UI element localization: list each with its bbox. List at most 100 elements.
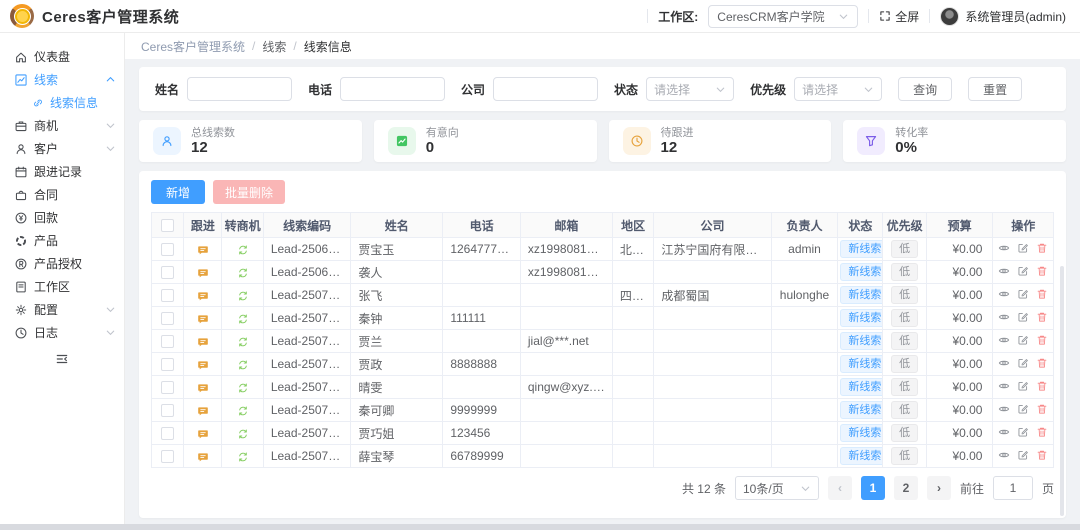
row-checkbox[interactable] xyxy=(161,381,174,394)
edit-icon[interactable] xyxy=(1017,380,1029,392)
page-button-2[interactable]: 2 xyxy=(894,476,918,500)
fullscreen-button[interactable]: 全屏 xyxy=(879,8,919,25)
lead-name[interactable]: 贾政 xyxy=(351,353,443,376)
delete-icon[interactable] xyxy=(1036,403,1048,415)
sidebar-item-customers[interactable]: 客户 xyxy=(0,137,124,160)
sidebar-item-contracts[interactable]: 合同 xyxy=(0,183,124,206)
sidebar-item-product-licenses[interactable]: 产品授权 xyxy=(0,252,124,275)
follow-up-icon[interactable] xyxy=(197,290,209,302)
delete-icon[interactable] xyxy=(1036,242,1048,254)
lead-name[interactable]: 贾宝玉 xyxy=(351,238,443,261)
phone-filter-input[interactable] xyxy=(340,77,445,101)
row-checkbox[interactable] xyxy=(161,404,174,417)
transfer-to-opportunity-icon[interactable] xyxy=(237,267,249,279)
row-checkbox[interactable] xyxy=(161,335,174,348)
transfer-to-opportunity-icon[interactable] xyxy=(237,382,249,394)
follow-up-icon[interactable] xyxy=(197,313,209,325)
row-checkbox[interactable] xyxy=(161,266,174,279)
delete-icon[interactable] xyxy=(1036,288,1048,300)
page-size-select[interactable]: 10条/页 xyxy=(735,476,819,500)
transfer-to-opportunity-icon[interactable] xyxy=(237,451,249,463)
edit-icon[interactable] xyxy=(1017,288,1029,300)
batch-delete-button[interactable]: 批量删除 xyxy=(213,180,285,204)
edit-icon[interactable] xyxy=(1017,426,1029,438)
edit-icon[interactable] xyxy=(1017,403,1029,415)
transfer-to-opportunity-icon[interactable] xyxy=(237,405,249,417)
follow-up-icon[interactable] xyxy=(197,405,209,417)
sidebar-item-follow-records[interactable]: 跟进记录 xyxy=(0,160,124,183)
follow-up-icon[interactable] xyxy=(197,451,209,463)
search-button[interactable]: 查询 xyxy=(898,77,952,101)
follow-up-icon[interactable] xyxy=(197,336,209,348)
edit-icon[interactable] xyxy=(1017,449,1029,461)
transfer-to-opportunity-icon[interactable] xyxy=(237,336,249,348)
transfer-to-opportunity-icon[interactable] xyxy=(237,244,249,256)
view-icon[interactable] xyxy=(998,334,1010,346)
follow-up-icon[interactable] xyxy=(197,382,209,394)
transfer-to-opportunity-icon[interactable] xyxy=(237,290,249,302)
delete-icon[interactable] xyxy=(1036,265,1048,277)
lead-name[interactable]: 秦可卿 xyxy=(351,399,443,422)
company-filter-input[interactable] xyxy=(493,77,598,101)
goto-page-input[interactable] xyxy=(993,476,1033,500)
delete-icon[interactable] xyxy=(1036,449,1048,461)
sidebar-item-opportunities[interactable]: 商机 xyxy=(0,114,124,137)
lead-name[interactable]: 贾兰 xyxy=(351,330,443,353)
delete-icon[interactable] xyxy=(1036,334,1048,346)
lead-name[interactable]: 晴雯 xyxy=(351,376,443,399)
sidebar-item-payments[interactable]: 回款 xyxy=(0,206,124,229)
follow-up-icon[interactable] xyxy=(197,428,209,440)
view-icon[interactable] xyxy=(998,380,1010,392)
view-icon[interactable] xyxy=(998,311,1010,323)
edit-icon[interactable] xyxy=(1017,311,1029,323)
priority-filter-select[interactable]: 请选择 xyxy=(794,77,882,101)
edit-icon[interactable] xyxy=(1017,242,1029,254)
lead-name[interactable]: 薛宝琴 xyxy=(351,445,443,468)
view-icon[interactable] xyxy=(998,357,1010,369)
sidebar-item-settings[interactable]: 配置 xyxy=(0,298,124,321)
sidebar-item-logs[interactable]: 日志 xyxy=(0,321,124,344)
row-checkbox[interactable] xyxy=(161,312,174,325)
sidebar-item-products[interactable]: 产品 xyxy=(0,229,124,252)
select-all-checkbox[interactable] xyxy=(161,219,174,232)
prev-page-button[interactable]: ‹ xyxy=(828,476,852,500)
view-icon[interactable] xyxy=(998,403,1010,415)
next-page-button[interactable]: › xyxy=(927,476,951,500)
edit-icon[interactable] xyxy=(1017,265,1029,277)
workspace-select[interactable]: CeresCRM客户学院 xyxy=(708,5,858,28)
view-icon[interactable] xyxy=(998,449,1010,461)
follow-up-icon[interactable] xyxy=(197,359,209,371)
row-checkbox[interactable] xyxy=(161,450,174,463)
delete-icon[interactable] xyxy=(1036,357,1048,369)
view-icon[interactable] xyxy=(998,426,1010,438)
sidebar-item-workspaces[interactable]: 工作区 xyxy=(0,275,124,298)
edit-icon[interactable] xyxy=(1017,357,1029,369)
breadcrumb-leads[interactable]: 线索 xyxy=(262,38,286,55)
row-checkbox[interactable] xyxy=(161,243,174,256)
transfer-to-opportunity-icon[interactable] xyxy=(237,359,249,371)
edit-icon[interactable] xyxy=(1017,334,1029,346)
sidebar-item-leads[interactable]: 线索 xyxy=(0,68,124,91)
transfer-to-opportunity-icon[interactable] xyxy=(237,313,249,325)
lead-name[interactable]: 贾巧姐 xyxy=(351,422,443,445)
view-icon[interactable] xyxy=(998,242,1010,254)
breadcrumb-root[interactable]: Ceres客户管理系统 xyxy=(141,38,245,55)
sidebar-collapse-button[interactable] xyxy=(0,346,124,372)
page-button-1[interactable]: 1 xyxy=(861,476,885,500)
name-filter-input[interactable] xyxy=(187,77,292,101)
reset-button[interactable]: 重置 xyxy=(968,77,1022,101)
add-button[interactable]: 新增 xyxy=(151,180,205,204)
sidebar-item-leads-info[interactable]: 线索信息 xyxy=(0,91,124,114)
lead-name[interactable]: 秦钟 xyxy=(351,307,443,330)
row-checkbox[interactable] xyxy=(161,427,174,440)
lead-name[interactable]: 张飞 xyxy=(351,284,443,307)
delete-icon[interactable] xyxy=(1036,311,1048,323)
lead-name[interactable]: 袭人 xyxy=(351,261,443,284)
follow-up-icon[interactable] xyxy=(197,267,209,279)
row-checkbox[interactable] xyxy=(161,358,174,371)
sidebar-item-dashboard[interactable]: 仪表盘 xyxy=(0,45,124,68)
view-icon[interactable] xyxy=(998,265,1010,277)
delete-icon[interactable] xyxy=(1036,426,1048,438)
delete-icon[interactable] xyxy=(1036,380,1048,392)
user-menu[interactable]: 系统管理员(admin) xyxy=(940,7,1066,26)
